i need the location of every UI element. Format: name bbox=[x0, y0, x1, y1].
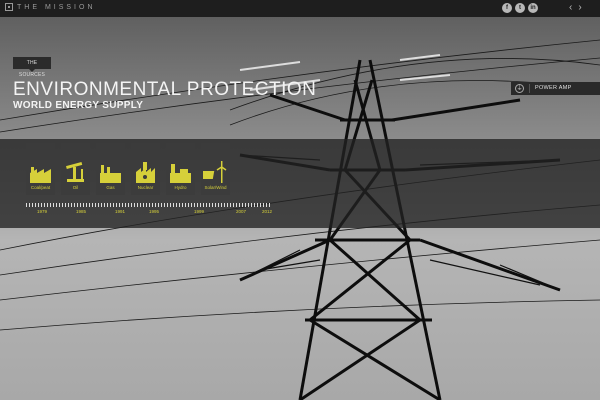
slide-navigation: ‹ › bbox=[569, 2, 582, 13]
timeline-years: 1979 1985 1991 1995 1999 2007 2012 bbox=[26, 209, 276, 217]
energy-source-list: Coal/peat Oil Gas Nuclear Hydro Solar/Wi… bbox=[26, 143, 230, 195]
year-label[interactable]: 1985 bbox=[76, 209, 86, 214]
oil-pump-icon bbox=[66, 161, 84, 182]
source-card-gas[interactable]: Gas bbox=[96, 143, 125, 195]
page-subtitle: WORLD ENERGY SUPPLY bbox=[13, 100, 144, 111]
factory-icon bbox=[30, 167, 51, 183]
source-label: Gas bbox=[106, 185, 115, 190]
year-label[interactable]: 1991 bbox=[115, 209, 125, 214]
page-title: ENVIRONMENTAL PROTECTION bbox=[13, 79, 317, 100]
power-pylon-icon: ⍊ bbox=[515, 84, 524, 93]
year-label[interactable]: 1995 bbox=[149, 209, 159, 214]
linkedin-icon[interactable]: in bbox=[528, 3, 538, 13]
facebook-icon[interactable]: f bbox=[502, 3, 512, 13]
source-label: Oil bbox=[72, 185, 79, 190]
source-card-oil[interactable]: Oil bbox=[61, 143, 90, 195]
source-card-nuclear[interactable]: Nuclear bbox=[131, 143, 160, 195]
brand[interactable]: THE MISSION bbox=[5, 3, 96, 11]
section-tag: THE SOURCES bbox=[13, 57, 51, 78]
power-amp-label: POWER AMP bbox=[535, 85, 572, 91]
twitter-icon[interactable]: t bbox=[515, 3, 525, 13]
source-label: Hydro bbox=[174, 185, 187, 190]
year-label[interactable]: 1999 bbox=[194, 209, 204, 214]
solar-wind-icon bbox=[203, 161, 227, 183]
source-card-coal[interactable]: Coal/peat bbox=[26, 143, 55, 195]
divider bbox=[529, 84, 530, 93]
source-card-hydro[interactable]: Hydro bbox=[166, 143, 195, 195]
section-tag-label: THE SOURCES bbox=[18, 60, 46, 78]
gas-plant-icon bbox=[100, 165, 121, 183]
year-label[interactable]: 2007 bbox=[236, 209, 246, 214]
source-label: Nuclear bbox=[137, 185, 154, 190]
social-links: f t in bbox=[502, 3, 538, 13]
prev-arrow-icon[interactable]: ‹ bbox=[569, 2, 572, 13]
source-card-solar-wind[interactable]: Solar/Wind bbox=[201, 143, 230, 195]
top-bar: THE MISSION f t in ‹ › bbox=[0, 0, 600, 17]
nuclear-plant-icon bbox=[136, 162, 155, 183]
brand-logo-icon bbox=[5, 3, 13, 11]
source-label: Solar/Wind bbox=[204, 185, 227, 190]
next-arrow-icon[interactable]: › bbox=[578, 2, 581, 13]
year-label[interactable]: 1979 bbox=[37, 209, 47, 214]
source-label: Coal/peat bbox=[30, 185, 51, 190]
year-label[interactable]: 2012 bbox=[262, 209, 272, 214]
timeline-ruler[interactable] bbox=[26, 203, 271, 207]
brand-title: THE MISSION bbox=[17, 3, 96, 11]
power-amp-button[interactable]: ⍊ POWER AMP bbox=[511, 82, 600, 95]
hydro-plant-icon bbox=[170, 164, 191, 183]
